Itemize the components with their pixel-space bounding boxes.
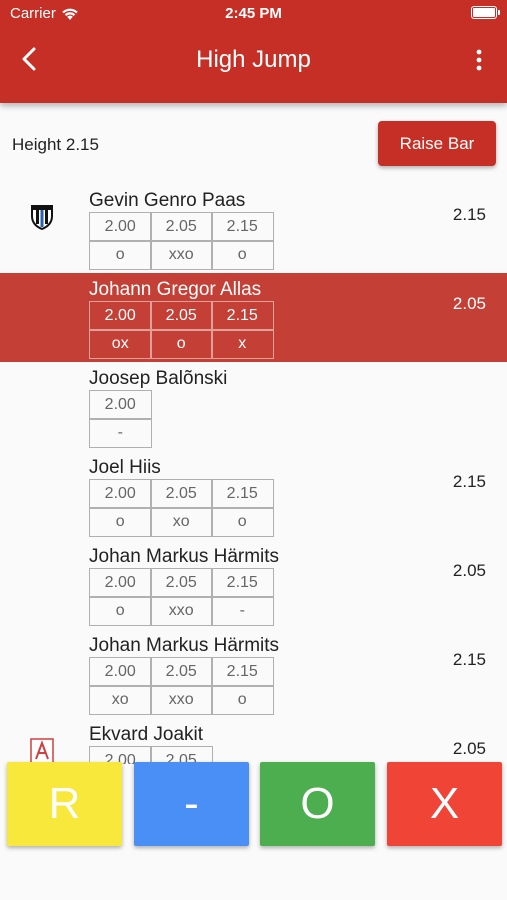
attempt-result-cell[interactable]: xxo xyxy=(150,685,213,715)
attempt-result-cell[interactable]: o xyxy=(211,507,274,537)
result-buttons: R - O X xyxy=(0,762,507,848)
attempts-grid: 2.00- xyxy=(89,390,152,448)
attempts-grid: 2.00 2.05 2.15 ox o x xyxy=(89,301,274,359)
athlete-name: Joel Hiis xyxy=(89,457,161,478)
status-time: 2:45 PM xyxy=(225,5,282,22)
result-pass-button[interactable]: - xyxy=(134,762,249,846)
attempt-height-cell: 2.05 xyxy=(150,657,213,687)
attempt-height-cell: 2.15 xyxy=(211,479,274,509)
attempts-grid: 2.00 2.05 2.15 o xxo o xyxy=(89,212,274,270)
raise-bar-button[interactable]: Raise Bar xyxy=(378,121,496,166)
athlete-best-height: 2.15 xyxy=(452,205,486,224)
attempt-result-cell[interactable]: o xyxy=(89,240,152,270)
athlete-best-height: 2.05 xyxy=(452,561,486,580)
attempt-height-cell: 2.05 xyxy=(150,479,213,509)
attempt-result-cell[interactable]: xo xyxy=(150,507,213,537)
attempt-height-cell: 2.00 xyxy=(89,657,152,687)
attempt-result-cell[interactable]: o xyxy=(89,596,152,626)
attempt-height-cell: 2.15 xyxy=(211,657,274,687)
athlete-name: Johan Markus Härmits xyxy=(89,546,280,567)
more-vert-icon xyxy=(476,49,482,71)
attempt-result-cell[interactable]: xxo xyxy=(150,596,213,626)
page-title: High Jump xyxy=(196,46,311,73)
attempt-height-cell: 2.05 xyxy=(150,301,213,331)
attempt-result-cell[interactable]: ox xyxy=(89,329,152,359)
attempt-result-cell[interactable]: xxo xyxy=(150,240,213,270)
attempt-height-cell: 2.00 xyxy=(89,479,152,509)
attempts-grid: 2.00 2.05 2.15 o xxo - xyxy=(89,568,274,626)
attempt-height-cell: 2.00 xyxy=(89,301,152,331)
athlete-row[interactable]: Joel Hiis 2.15 2.00 2.05 2.15 o xo o xyxy=(0,451,507,540)
athlete-row[interactable]: Ekvard Joakit 2.05 2.00 2.05 xyxy=(0,718,507,764)
app-bar: Carrier 2:45 PM High Jump xyxy=(0,0,507,103)
athlete-name: Johann Gregor Allas xyxy=(89,279,262,300)
attempt-result-cell[interactable]: - xyxy=(211,596,274,626)
athlete-row[interactable]: Gevin Genro Paas 2.15 2.00 2.05 2.15 o xxo o xyxy=(0,184,507,273)
result-clear-button[interactable]: O xyxy=(260,762,375,846)
athlete-row[interactable]: Johan Markus Härmits 2.05 2.00 2.05 2.15 o xxo… xyxy=(0,540,507,629)
overflow-menu-button[interactable] xyxy=(467,46,491,74)
attempt-height-cell: 2.05 xyxy=(150,568,213,598)
athlete-name: Johan Markus Härmits xyxy=(89,635,280,656)
attempt-height-cell: 2.15 xyxy=(211,568,274,598)
attempt-result-cell[interactable]: o xyxy=(211,240,274,270)
result-r-button[interactable]: R xyxy=(7,762,122,846)
athlete-name: Joosep Balõnski xyxy=(89,368,228,389)
attempt-height-cell: 2.05 xyxy=(150,212,213,242)
athlete-row[interactable]: Johan Markus Härmits 2.15 2.00 2.05 2.15 xo xx… xyxy=(0,629,507,718)
status-bar: Carrier 2:45 PM xyxy=(0,0,507,28)
club-crest-stripes-icon xyxy=(30,204,54,231)
attempt-result-cell[interactable]: - xyxy=(89,418,152,448)
attempt-result-cell[interactable]: xo xyxy=(89,685,152,715)
athlete-best-height: 2.15 xyxy=(452,650,486,669)
attempts-grid: 2.00 2.05 2.15 o xo o xyxy=(89,479,274,537)
athlete-row[interactable]: Joosep Balõnski 2.00- xyxy=(0,362,507,451)
athlete-row[interactable]: Johann Gregor Allas 2.05 2.00 2.05 2.15 ox o x xyxy=(0,273,507,362)
attempt-height-cell: 2.00 xyxy=(89,212,152,242)
attempt-result-cell[interactable]: o xyxy=(150,329,213,359)
athlete-name: Ekvard Joakit xyxy=(89,724,204,745)
athlete-best-height: 2.05 xyxy=(452,739,486,758)
result-fail-button[interactable]: X xyxy=(387,762,502,846)
attempt-height-cell: 2.00 xyxy=(89,568,152,598)
athlete-best-height: 2.15 xyxy=(452,472,486,491)
attempt-height-cell: 2.00 xyxy=(89,390,152,420)
attempt-height-cell: 2.15 xyxy=(211,212,274,242)
battery-icon xyxy=(471,6,500,19)
attempt-height-cell: 2.15 xyxy=(211,301,274,331)
attempt-result-cell[interactable]: x xyxy=(211,329,274,359)
attempt-result-cell[interactable]: o xyxy=(211,685,274,715)
club-crest-letter-a-icon xyxy=(30,738,54,764)
attempts-grid: 2.00 2.05 2.15 xo xxo o xyxy=(89,657,274,715)
athlete-list: Gevin Genro Paas 2.15 2.00 2.05 2.15 o xxo o Joh… xyxy=(0,184,507,764)
attempt-result-cell[interactable]: o xyxy=(89,507,152,537)
athlete-name: Gevin Genro Paas xyxy=(89,190,246,211)
athlete-best-height: 2.05 xyxy=(452,294,486,313)
current-height-label: Height 2.15 xyxy=(12,135,99,154)
